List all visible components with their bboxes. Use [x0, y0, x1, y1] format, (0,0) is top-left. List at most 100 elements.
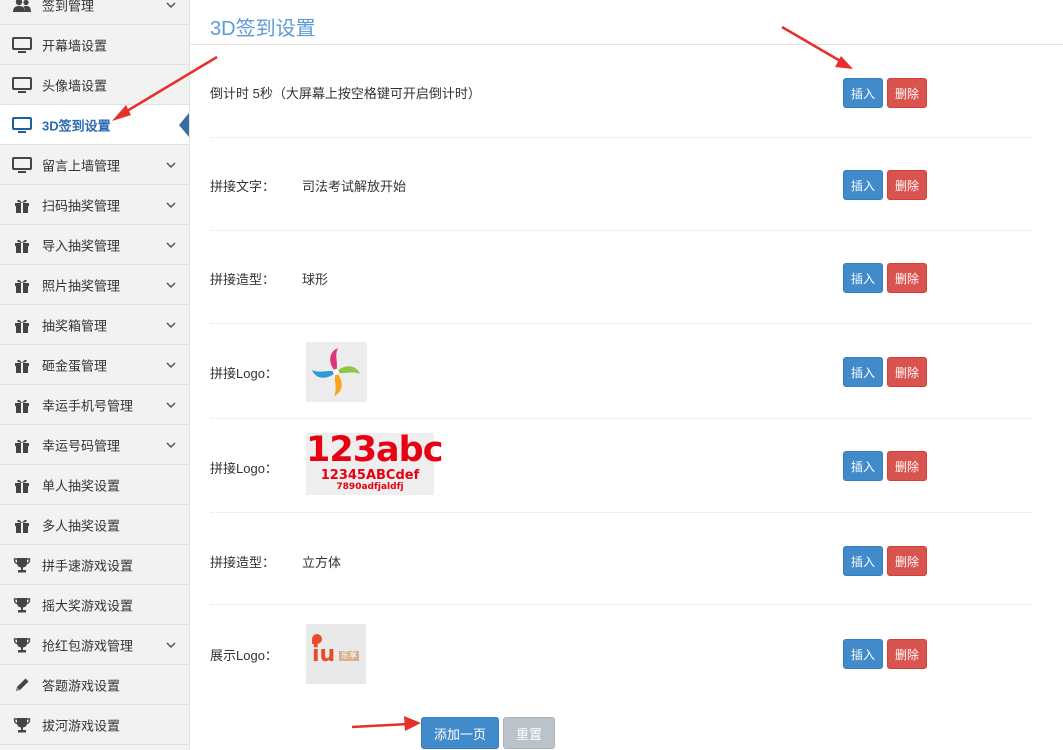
monitor-icon — [12, 156, 32, 174]
delete-button[interactable]: 删除 — [887, 357, 927, 387]
delete-button[interactable]: 删除 — [887, 170, 927, 200]
sidebar-item-golden-egg[interactable]: 砸金蛋管理 — [0, 345, 189, 385]
insert-button[interactable]: 插入 — [843, 170, 883, 200]
sidebar-item-label: 幸运手机号管理 — [42, 398, 134, 413]
sidebar-item-label: 头像墙设置 — [42, 78, 108, 93]
trophy-icon — [12, 556, 32, 574]
logo-text-small: 乐享 — [339, 651, 359, 661]
insert-button[interactable]: 插入 — [843, 546, 883, 576]
users-icon — [12, 0, 32, 14]
sidebar-item-label: 幸运号码管理 — [42, 438, 121, 453]
main-content: 3D签到设置 倒计时 5秒（大屏幕上按空格键可开启倒计时） 插入 删除 拼接文字… — [190, 0, 1063, 750]
gift-icon — [12, 436, 32, 454]
chevron-down-icon — [166, 161, 176, 168]
trophy-icon — [12, 596, 32, 614]
sidebar-item-label: 抽奖箱管理 — [42, 318, 108, 333]
insert-button[interactable]: 插入 — [843, 639, 883, 669]
sidebar-item-label: 单人抽奖设置 — [42, 478, 121, 493]
sidebar-item-opening-wall[interactable]: 开幕墙设置 — [0, 25, 189, 65]
sidebar-item-lucky-phone[interactable]: 幸运手机号管理 — [0, 385, 189, 425]
add-page-button[interactable]: 添加一页 — [421, 717, 499, 749]
row-label: 倒计时 5秒（大屏幕上按空格键可开启倒计时） — [210, 86, 481, 101]
chevron-down-icon — [166, 641, 176, 648]
row-label: 拼接造型： — [210, 272, 276, 287]
gift-icon — [12, 236, 32, 254]
sidebar-item-label: 拔河游戏设置 — [42, 718, 121, 733]
logo-image: iu 乐享 — [306, 624, 366, 684]
delete-button[interactable]: 删除 — [887, 639, 927, 669]
list-item: 展示Logo： iu 乐享 插入 删除 — [210, 605, 1031, 702]
sidebar-item-speed-game[interactable]: 拼手速游戏设置 — [0, 545, 189, 585]
sidebar-item-shake-game[interactable]: 摇大奖游戏设置 — [0, 585, 189, 625]
delete-button[interactable]: 删除 — [887, 78, 927, 108]
chevron-down-icon — [166, 361, 176, 368]
row-label: 展示Logo： — [210, 648, 278, 663]
gift-icon — [12, 196, 32, 214]
delete-button[interactable]: 删除 — [887, 546, 927, 576]
row-label: 拼接Logo： — [210, 366, 278, 381]
row-label: 拼接造型： — [210, 555, 276, 570]
sidebar-item-avatar-wall[interactable]: 头像墙设置 — [0, 65, 189, 105]
logo-text-mark: iu — [312, 642, 336, 667]
sidebar-item-label: 摇大奖游戏设置 — [42, 598, 134, 613]
delete-button[interactable]: 删除 — [887, 451, 927, 481]
list-item: 拼接造型： 球形 插入 删除 — [210, 231, 1031, 324]
sidebar-item-signin-management[interactable]: 签到管理 — [0, 0, 189, 25]
insert-button[interactable]: 插入 — [843, 78, 883, 108]
monitor-icon — [12, 76, 32, 94]
chevron-down-icon — [166, 241, 176, 248]
list-item: 拼接造型： 立方体 插入 删除 — [210, 513, 1031, 605]
sidebar-item-label: 拼手速游戏设置 — [42, 558, 134, 573]
insert-button[interactable]: 插入 — [843, 357, 883, 387]
list-item: 拼接Logo： 123abc 12345ABCdef 7890adfjaldfj… — [210, 419, 1031, 513]
gift-icon — [12, 356, 32, 374]
logo-text-line3: 7890adfjaldfj — [336, 482, 404, 492]
row-value: 立方体 — [302, 555, 342, 570]
sidebar-item-label: 开幕墙设置 — [42, 38, 108, 53]
pinwheel-logo-icon — [306, 342, 367, 402]
gift-icon — [12, 316, 32, 334]
sidebar-item-label: 签到管理 — [42, 0, 95, 13]
sidebar-item-photo-lottery[interactable]: 照片抽奖管理 — [0, 265, 189, 305]
list-item: 拼接文字： 司法考试解放开始 插入 删除 — [210, 138, 1031, 231]
reset-button[interactable]: 重置 — [503, 717, 555, 749]
trophy-icon — [12, 716, 32, 734]
sidebar-item-label: 扫码抽奖管理 — [42, 198, 121, 213]
sidebar-item-label: 多人抽奖设置 — [42, 518, 121, 533]
chevron-down-icon — [166, 1, 176, 8]
row-label: 拼接文字： — [210, 179, 276, 194]
logo-text-line2: 12345ABCdef — [320, 468, 420, 483]
chevron-down-icon — [166, 321, 176, 328]
monitor-icon — [12, 116, 32, 134]
sidebar-item-3d-signin[interactable]: 3D签到设置 — [0, 105, 189, 145]
insert-button[interactable]: 插入 — [843, 263, 883, 293]
sidebar-item-label: 留言上墙管理 — [42, 158, 121, 173]
list-item: 倒计时 5秒（大屏幕上按空格键可开启倒计时） 插入 删除 — [210, 45, 1031, 138]
gift-icon — [12, 476, 32, 494]
sidebar-item-multi-lottery[interactable]: 多人抽奖设置 — [0, 505, 189, 545]
row-label: 拼接Logo： — [210, 461, 278, 476]
flame-icon — [312, 634, 322, 644]
delete-button[interactable]: 删除 — [887, 263, 927, 293]
trophy-icon — [12, 636, 32, 654]
sidebar-item-single-lottery[interactable]: 单人抽奖设置 — [0, 465, 189, 505]
sidebar-item-message-wall[interactable]: 留言上墙管理 — [0, 145, 189, 185]
list-item: 拼接Logo： 插入 删除 — [210, 324, 1031, 419]
sidebar-item-scan-lottery[interactable]: 扫码抽奖管理 — [0, 185, 189, 225]
sidebar-item-import-lottery[interactable]: 导入抽奖管理 — [0, 225, 189, 265]
row-value: 球形 — [302, 272, 329, 287]
sidebar-item-label: 照片抽奖管理 — [42, 278, 121, 293]
sidebar-item-red-packet[interactable]: 抢红包游戏管理 — [0, 625, 189, 665]
insert-button[interactable]: 插入 — [843, 451, 883, 481]
sidebar-item-lottery-box[interactable]: 抽奖箱管理 — [0, 305, 189, 345]
sidebar-item-lucky-number[interactable]: 幸运号码管理 — [0, 425, 189, 465]
page-title: 3D签到设置 — [210, 18, 316, 40]
pencil-icon — [12, 676, 32, 694]
gift-icon — [12, 516, 32, 534]
sidebar-item-tug-of-war[interactable]: 拔河游戏设置 — [0, 705, 189, 745]
chevron-down-icon — [166, 441, 176, 448]
active-indicator — [179, 112, 189, 137]
sidebar-item-label: 导入抽奖管理 — [42, 238, 121, 253]
sidebar-item-quiz-game[interactable]: 答题游戏设置 — [0, 665, 189, 705]
sidebar-item-label: 砸金蛋管理 — [42, 358, 108, 373]
